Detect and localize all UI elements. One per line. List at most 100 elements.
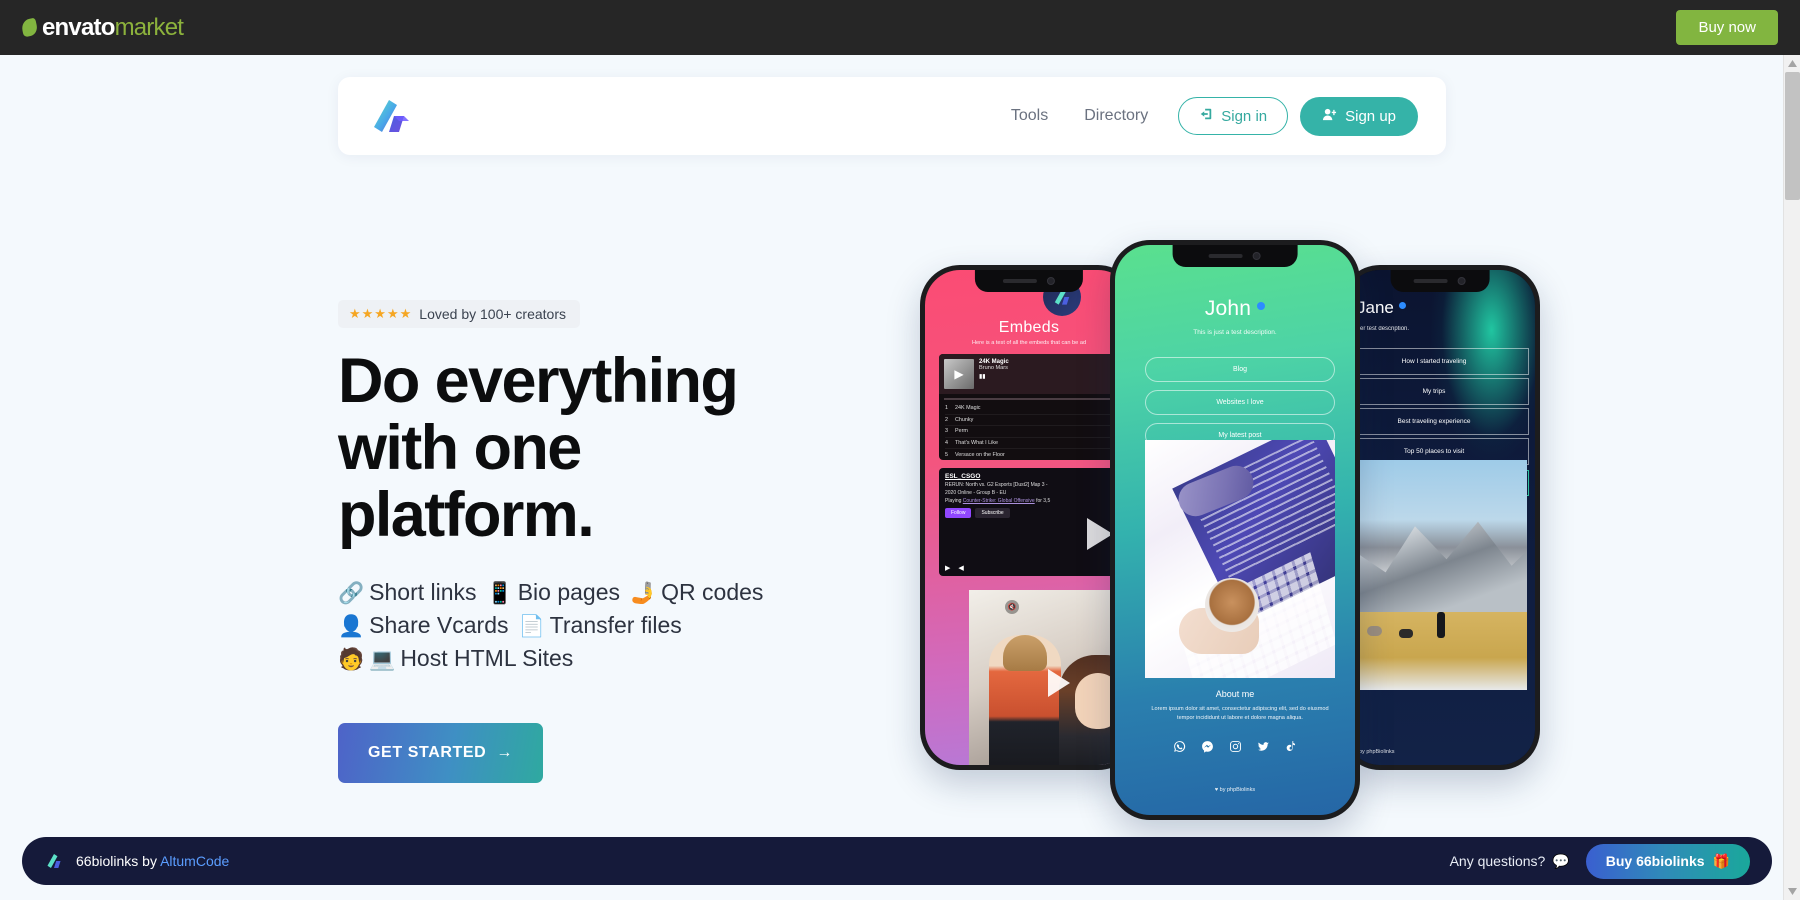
phone-left-subtitle: Here is a test of all the embeds that ca… <box>971 340 1087 346</box>
phone-mockup-left: Embeds Here is a test of all the embeds … <box>920 265 1138 770</box>
instagram-icon[interactable] <box>1229 740 1242 756</box>
twitch-line-3: Playing Counter-Strike: Global Offensive… <box>945 498 1113 504</box>
track-number: 2 <box>945 416 948 423</box>
user-plus-icon <box>1322 107 1337 126</box>
twitch-embed-card[interactable]: ESL_CSGO RERUN: North vs. G2 Esports [Du… <box>939 468 1119 576</box>
profile-link-button[interactable]: Websites I love <box>1145 390 1335 415</box>
list-item[interactable]: 3 Perm <box>945 426 1113 438</box>
speaker-mute-icon[interactable]: 🔇 <box>1005 600 1019 614</box>
phone-mockup-center: John This is just a test description. Bl… <box>1110 240 1360 820</box>
twitter-icon[interactable] <box>1257 740 1270 756</box>
feature-item-bio-pages: 📱 Bio pages <box>487 579 620 605</box>
buy-label: Buy 66biolinks <box>1605 853 1705 869</box>
bottom-bar-brand-link[interactable]: AltumCode <box>160 853 229 869</box>
profile-link-button[interactable]: My trips <box>1345 378 1529 405</box>
buy-now-button[interactable]: Buy now <box>1676 10 1778 45</box>
tiktok-embed-card[interactable]: 🔇 <box>969 590 1133 765</box>
envato-word-green: market <box>114 13 184 41</box>
feature-item-qr-codes: 🤳 QR codes <box>630 579 763 605</box>
login-arrow-icon <box>1199 107 1213 125</box>
nav-actions: Tools Directory Sign in Sign up <box>993 96 1418 136</box>
scroll-up-arrow-icon[interactable] <box>1784 55 1800 72</box>
site-navbar: Tools Directory Sign in Sign up <box>338 77 1446 155</box>
buy-66biolinks-button[interactable]: Buy 66biolinks 🎁 <box>1585 843 1750 879</box>
nav-link-directory[interactable]: Directory <box>1066 107 1166 125</box>
track-artist: Bruno Mars <box>979 365 1008 371</box>
track-name: That's What I Like <box>955 440 998 447</box>
twitch-follow-button[interactable]: Follow <box>945 508 972 518</box>
profile-link-button[interactable]: How I started traveling <box>1345 348 1529 375</box>
play-icon[interactable] <box>1048 668 1070 697</box>
feature-label: Host HTML Sites <box>400 644 574 671</box>
twitch-game-link[interactable]: Counter-Strike: Global Offensive <box>963 498 1035 504</box>
profile-description: This is just a test description. <box>1193 329 1277 336</box>
sign-in-button[interactable]: Sign in <box>1178 97 1289 135</box>
profile-name: John <box>1115 297 1355 321</box>
travel-photo <box>1345 460 1527 690</box>
rating-badge: ★★★★★ Loved by 100+ creators <box>338 300 580 328</box>
link-emoji-icon: 🔗 <box>338 582 365 606</box>
play-icon[interactable]: ▶ <box>944 359 974 389</box>
altumcode-logo-icon <box>44 851 64 871</box>
sign-up-button[interactable]: Sign up <box>1300 96 1418 136</box>
scroll-down-arrow-icon[interactable] <box>1784 883 1800 900</box>
feature-label: QR codes <box>661 579 764 606</box>
spotify-embed-card[interactable]: ▶ 24K Magic Bruno Mars ▮▮ 1 24K Magic 2 Ch… <box>939 354 1119 460</box>
tiktok-icon[interactable] <box>1285 740 1298 756</box>
list-item[interactable]: 1 24K Magic <box>945 403 1113 415</box>
phone-bezel: Embeds Here is a test of all the embeds … <box>925 270 1133 765</box>
phone-bezel: John This is just a test description. Bl… <box>1115 245 1355 815</box>
profile-name-text: Jane <box>1357 298 1394 317</box>
track-number: 5 <box>945 451 948 458</box>
profile-link-button[interactable]: Best traveling experience <box>1345 408 1529 435</box>
envato-logo[interactable]: envatomarket <box>20 13 184 42</box>
phone-center-screen: John This is just a test description. Bl… <box>1115 245 1355 815</box>
page-scrollbar[interactable] <box>1783 55 1800 900</box>
feature-item-vcards: 👤 Share Vcards <box>338 612 509 638</box>
scrollbar-thumb[interactable] <box>1785 72 1800 200</box>
sign-up-label: Sign up <box>1345 107 1396 125</box>
profile-name: Jane <box>1357 298 1406 318</box>
profile-link-button[interactable]: Blog <box>1145 357 1335 382</box>
list-item[interactable]: 5 Versace on the Floor <box>945 449 1113 460</box>
player-header: ▶ 24K Magic Bruno Mars ▮▮ <box>939 354 1119 394</box>
bottom-bar-text: 66biolinks by AltumCode <box>76 853 229 869</box>
track-list: 1 24K Magic 2 Chunky 3 Perm 4 That's What I … <box>939 400 1119 460</box>
phone-notch <box>1172 245 1298 267</box>
twitch-channel[interactable]: ESL_CSGO <box>945 473 1113 480</box>
twitch-playing-prefix: Playing <box>945 498 963 504</box>
album-art: ▶ <box>944 359 974 389</box>
phone-notch <box>1390 270 1490 292</box>
track-name: Chunky <box>955 416 974 423</box>
twitch-line-1: RERUN: North vs. G2 Esports [Dust2] Map … <box>945 482 1048 488</box>
altumcode-logo-icon[interactable] <box>366 93 412 139</box>
about-text: Lorem ipsum dolor sit amet, consectetur … <box>1151 706 1329 721</box>
profile-photo <box>1145 440 1335 678</box>
feature-item-transfer-files: 📄 Transfer files <box>519 612 682 638</box>
track-number: 1 <box>945 405 948 412</box>
twitch-buttons: Follow Subscribe <box>945 508 1113 518</box>
list-item[interactable]: 4 That's What I Like <box>945 438 1113 450</box>
list-item[interactable]: 2 Chunky <box>945 415 1113 427</box>
promo-bottom-bar: 66biolinks by AltumCode Any questions? 💬 … <box>22 837 1772 885</box>
verified-badge-icon <box>1257 302 1266 310</box>
get-started-button[interactable]: GET STARTED → <box>338 722 543 783</box>
page-emoji-icon: 📄 <box>518 615 545 639</box>
whatsapp-icon[interactable] <box>1173 740 1186 756</box>
page-viewport: Tools Directory Sign in Sign up ★★★★★ Lo… <box>0 55 1800 900</box>
phone-right-screen: Jane another test description. How I sta… <box>1345 270 1535 765</box>
nav-link-tools[interactable]: Tools <box>993 107 1066 125</box>
envato-wordmark: envatomarket <box>42 13 184 42</box>
messenger-icon[interactable] <box>1201 740 1214 756</box>
feature-label: Share Vcards <box>369 612 509 639</box>
leaf-icon <box>20 17 39 38</box>
bottom-bar-prefix: 66biolinks by <box>76 853 161 869</box>
twitch-subscribe-button[interactable]: Subscribe <box>975 508 1010 518</box>
laptop-emoji-icon: 💻 <box>369 647 396 671</box>
video-controls[interactable]: ▶ ◀ <box>945 564 967 572</box>
mobile-emoji-icon: 📱 <box>486 582 513 606</box>
hair-shape <box>1003 635 1047 671</box>
any-questions-label[interactable]: Any questions? 💬 <box>1450 853 1570 870</box>
pause-icon[interactable]: ▮▮ <box>979 373 1009 380</box>
person-face-emoji-icon: 🧑 <box>338 647 365 671</box>
